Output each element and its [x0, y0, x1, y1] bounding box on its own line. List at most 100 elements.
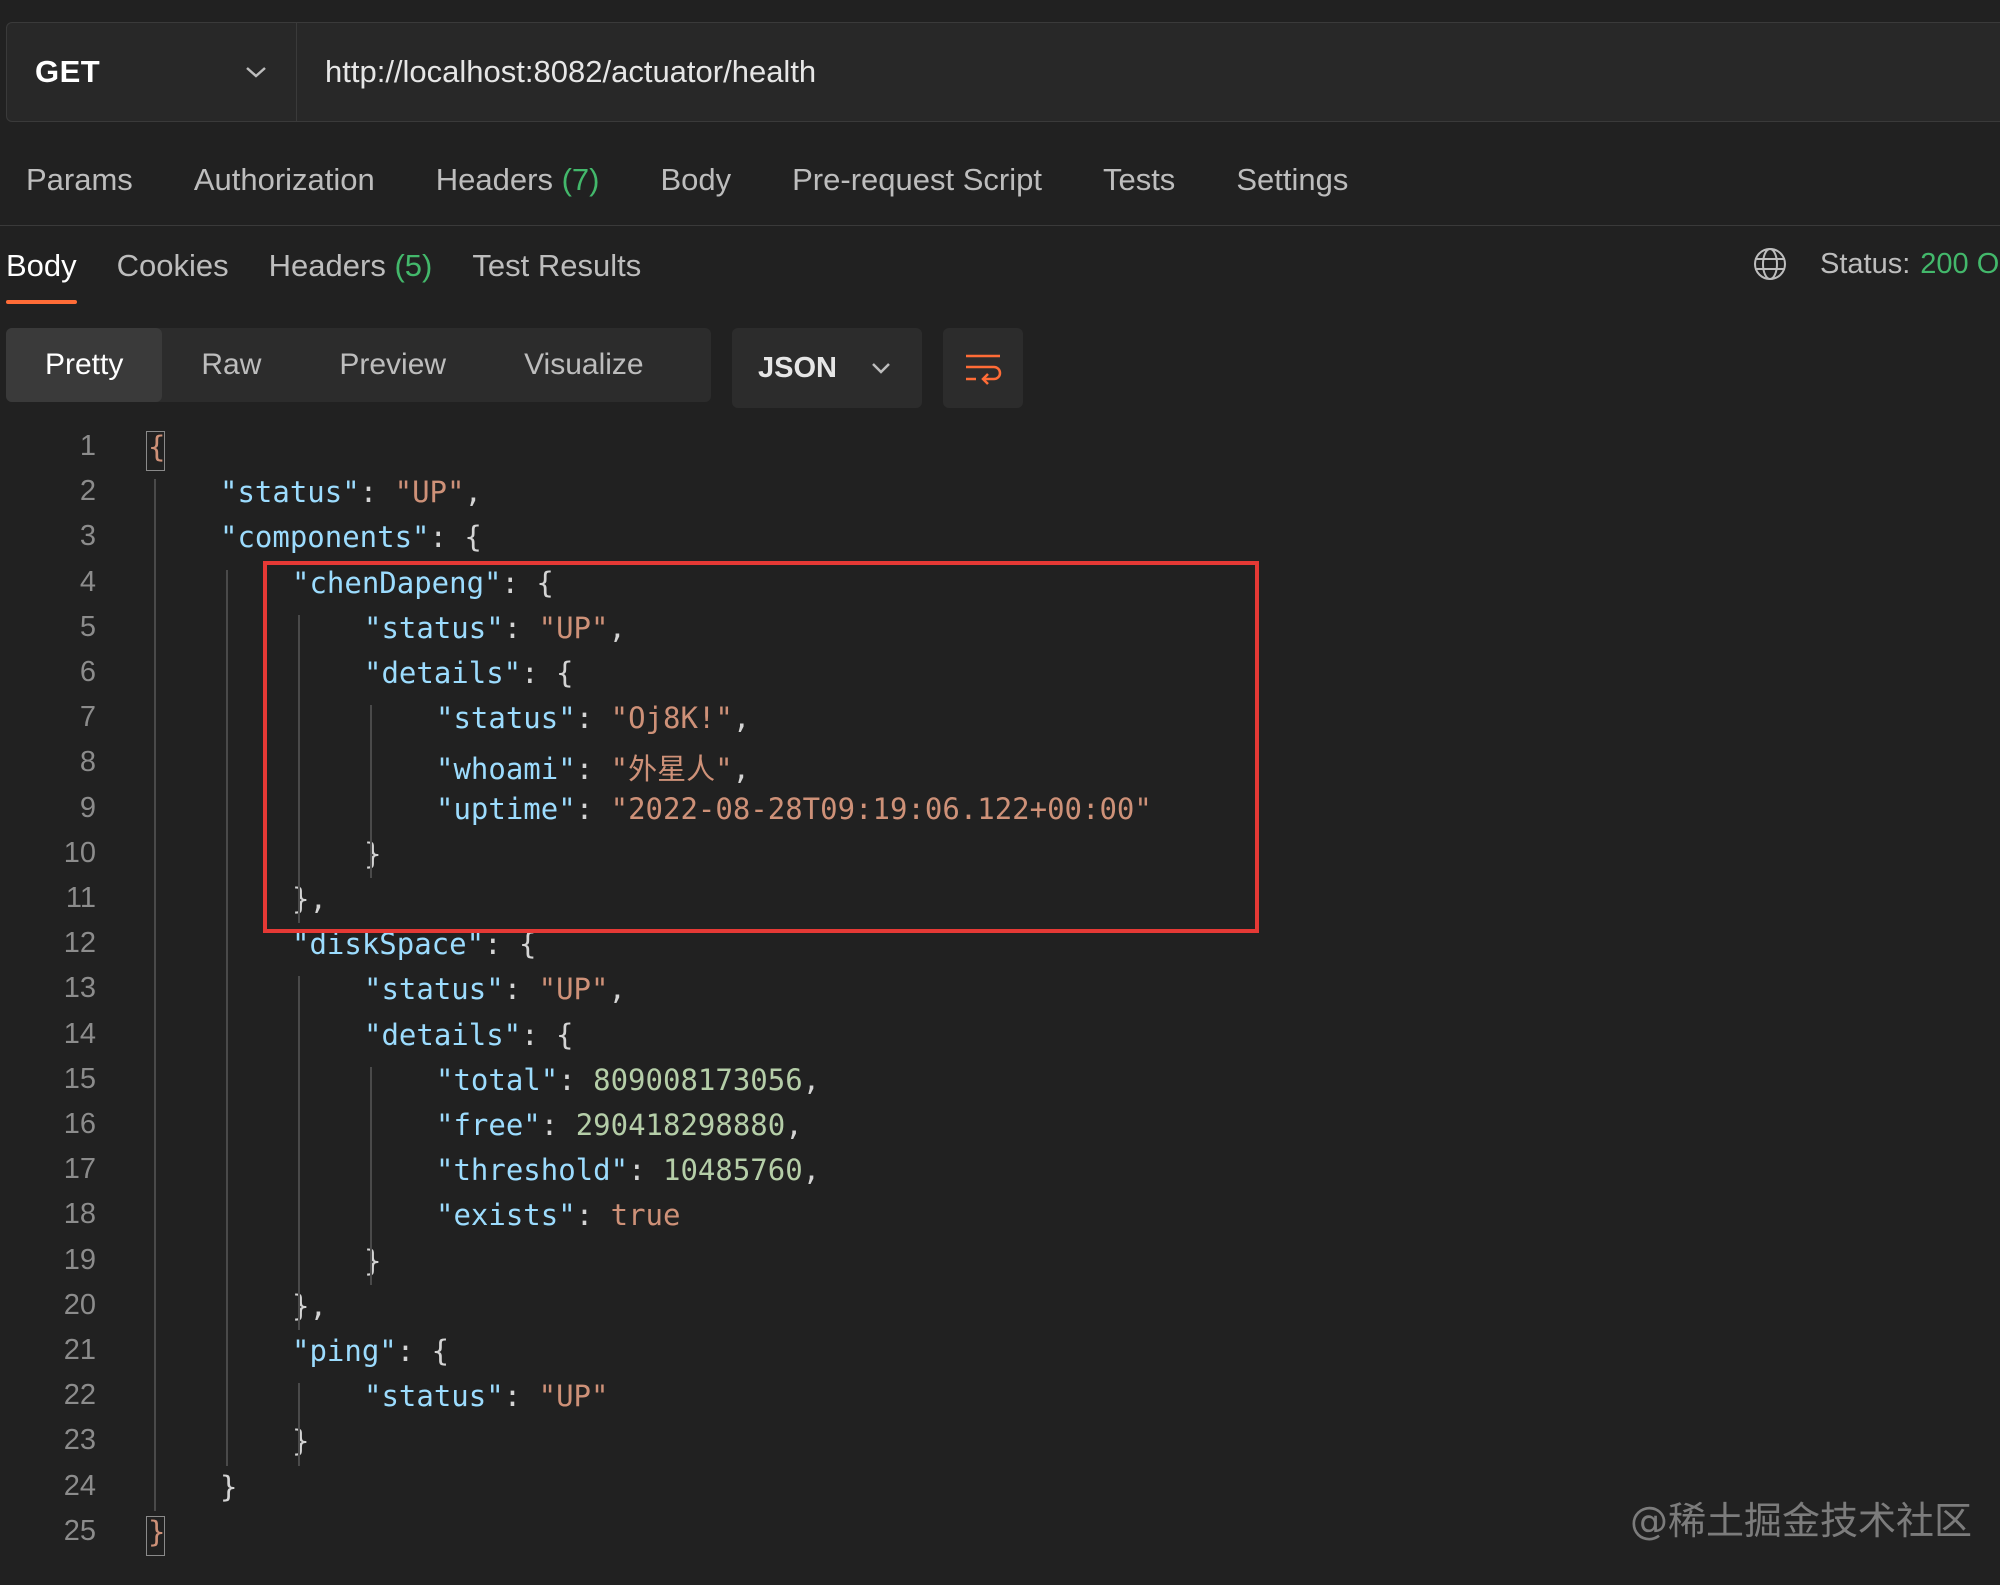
tab-label: Settings: [1236, 162, 1349, 197]
response-tab-body[interactable]: Body: [6, 248, 77, 304]
tab-headers[interactable]: Headers (7): [436, 162, 600, 198]
tab-body[interactable]: Body: [660, 162, 731, 198]
code-token: "外星人": [610, 752, 733, 787]
method-label: GET: [35, 54, 101, 89]
tab-label: Pre-request Script: [792, 162, 1042, 197]
indent-guide: [298, 1383, 300, 1466]
code-token: "whoami": [436, 752, 576, 787]
format-select[interactable]: JSON: [732, 328, 922, 408]
indent-guide: [298, 976, 300, 1330]
line-number: 3: [79, 520, 96, 553]
code-token: :: [575, 1198, 611, 1233]
code-line: 2 "status": "UP",: [0, 475, 2000, 520]
view-pretty-button[interactable]: Pretty: [6, 328, 163, 402]
code-token: ,: [802, 1153, 821, 1188]
code-token: "UP": [538, 1379, 609, 1414]
code-token: "uptime": [436, 791, 576, 826]
request-tabs: Params Authorization Headers (7) Body Pr…: [26, 162, 1409, 198]
tab-label: Cookies: [116, 248, 229, 283]
headers-count: (5): [394, 248, 433, 283]
code-token: :: [503, 972, 539, 1007]
indent-guide: [154, 479, 156, 1511]
code-text: "threshold": 10485760,: [436, 1153, 820, 1187]
line-number: 25: [63, 1514, 96, 1547]
code-text: "diskSpace": {: [292, 927, 536, 961]
code-token: "UP": [394, 475, 465, 510]
code-token: :: [575, 752, 611, 787]
code-text: }: [220, 1470, 237, 1504]
code-line: 19}: [0, 1244, 2000, 1289]
globe-icon[interactable]: [1752, 246, 1788, 282]
divider: [0, 225, 2000, 226]
line-number: 2: [79, 475, 96, 508]
line-number: 15: [63, 1062, 96, 1095]
code-text: "chenDapeng": {: [292, 566, 554, 600]
method-select[interactable]: GET: [7, 23, 297, 121]
tab-label: Body: [6, 248, 77, 283]
line-number: 21: [63, 1334, 96, 1366]
code-text: "status": "UP",: [364, 611, 626, 645]
code-line: 1{: [0, 430, 2000, 475]
response-tab-headers[interactable]: Headers (5): [269, 248, 433, 284]
code-token: ,: [464, 475, 482, 510]
view-preview-button[interactable]: Preview: [300, 328, 485, 402]
code-token: "2022-08-28T09:19:06.122+00:00": [610, 791, 1152, 826]
code-token: "ping": [292, 1334, 397, 1368]
response-tab-cookies[interactable]: Cookies: [117, 248, 229, 284]
code-line: 5 "status": "UP",: [0, 611, 2000, 656]
code-text: "status": "UP",: [364, 972, 626, 1006]
tab-settings[interactable]: Settings: [1236, 162, 1348, 198]
code-token: }: [364, 836, 382, 871]
code-token: 290418298880: [575, 1108, 786, 1142]
chevron-down-icon: [246, 67, 266, 78]
request-bar: GET http://localhost:8082/actuator/healt…: [6, 22, 2000, 122]
code-token: true: [610, 1198, 681, 1233]
code-line: 23}: [0, 1424, 2000, 1469]
code-token: "components": [220, 520, 430, 555]
url-input[interactable]: http://localhost:8082/actuator/health: [297, 23, 816, 121]
tab-params[interactable]: Params: [26, 162, 133, 198]
code-line: 8 "whoami": "外星人",: [0, 746, 2000, 791]
code-line: 21 "ping": {: [0, 1334, 2000, 1379]
response-tab-test-results[interactable]: Test Results: [472, 248, 641, 284]
view-visualize-button[interactable]: Visualize: [485, 328, 683, 402]
line-number: 23: [63, 1424, 96, 1457]
code-token: :: [575, 701, 611, 736]
code-line: 14 "details": {: [0, 1018, 2000, 1063]
line-number: 9: [79, 791, 96, 824]
tab-pre-request-script[interactable]: Pre-request Script: [792, 162, 1042, 198]
code-text: "whoami": "外星人",: [436, 746, 750, 788]
code-token: ,: [732, 752, 750, 787]
line-number: 19: [63, 1243, 96, 1276]
line-number: 6: [79, 656, 96, 688]
code-line: 7 "status": "Oj8K!",: [0, 701, 2000, 746]
code-token: 10485760: [662, 1153, 803, 1188]
line-number: 4: [79, 565, 96, 598]
tab-label: Test Results: [472, 248, 642, 283]
code-token: "Oj8K!": [610, 701, 733, 736]
code-token: "status": [364, 972, 504, 1007]
line-number: 17: [63, 1153, 96, 1186]
tab-authorization[interactable]: Authorization: [194, 162, 375, 198]
code-token: }: [220, 1469, 238, 1504]
tab-tests[interactable]: Tests: [1103, 162, 1175, 198]
code-line: 13 "status": "UP",: [0, 972, 2000, 1017]
code-token: ,: [802, 1062, 821, 1097]
code-token: ,: [608, 972, 626, 1007]
tab-label: Tests: [1102, 162, 1176, 197]
code-token: "threshold": [436, 1153, 629, 1188]
code-token: "details": [364, 1017, 522, 1052]
line-number: 11: [65, 882, 96, 914]
line-number: 20: [63, 1288, 96, 1321]
response-tabs: Body Cookies Headers (5) Test Results: [6, 248, 681, 304]
code-line: 12 "diskSpace": {: [0, 927, 2000, 972]
line-number: 24: [63, 1469, 96, 1502]
active-tab-underline: [6, 300, 77, 304]
code-line: 22 "status": "UP": [0, 1379, 2000, 1424]
code-text: "ping": {: [292, 1334, 449, 1368]
view-raw-button[interactable]: Raw: [162, 328, 300, 402]
code-token: "status": [364, 1379, 504, 1414]
indent-guide: [226, 569, 228, 1466]
code-token: "exists": [436, 1198, 576, 1233]
wrap-lines-button[interactable]: [943, 328, 1023, 408]
